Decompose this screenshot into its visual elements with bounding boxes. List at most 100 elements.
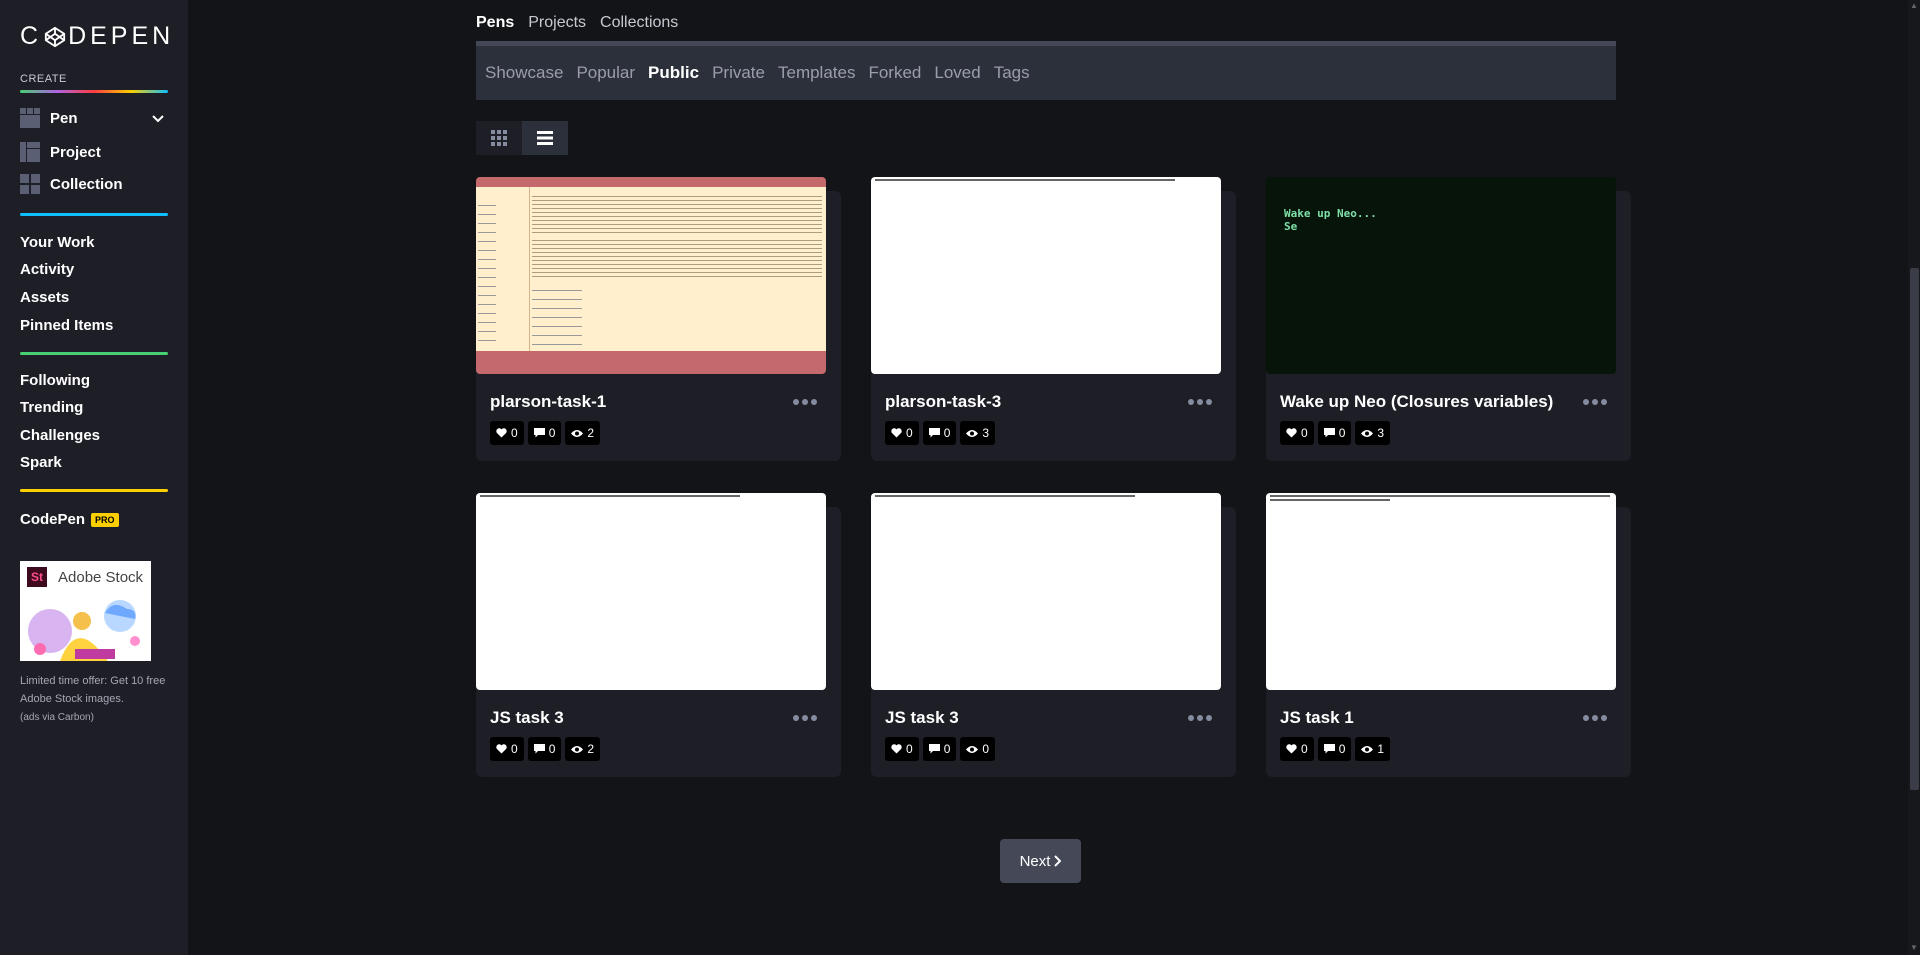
view-count: 2 [587,742,595,756]
heart-icon [1286,744,1297,754]
like-button[interactable]: 0 [885,421,919,445]
pen-preview[interactable] [476,177,826,374]
scrollbar-thumb[interactable] [1910,268,1919,790]
codepen-pro-link[interactable]: CodePen PRO [20,511,119,528]
grid-view-button[interactable] [476,121,522,155]
pen-preview[interactable] [476,493,826,690]
heart-icon [891,428,902,438]
comment-icon [928,744,940,754]
create-rainbow-divider [20,90,168,93]
filter-showcase[interactable]: Showcase [485,63,563,83]
pen-title[interactable]: Wake up Neo (Closures variables) [1280,392,1553,412]
like-button[interactable]: 0 [490,737,524,761]
pen-title[interactable]: JS task 1 [1280,708,1354,728]
more-options-icon[interactable] [1188,399,1212,405]
comment-button[interactable]: 0 [1317,737,1352,761]
view-count: 0 [982,742,990,756]
create-collection-item[interactable]: Collection [20,174,123,194]
adobe-stock-ad-image[interactable]: St Adobe Stock [20,561,151,661]
filter-public[interactable]: Public [648,63,699,83]
nav-pinned-items[interactable]: Pinned Items [20,317,113,334]
nav-assets[interactable]: Assets [20,289,69,306]
filter-templates[interactable]: Templates [778,63,855,83]
more-options-icon[interactable] [793,399,817,405]
more-options-icon[interactable] [1188,715,1212,721]
heart-icon [1286,428,1297,438]
sidebar-divider-yellow [20,489,168,492]
more-options-icon[interactable] [1583,399,1607,405]
terminal-line-2: Se [1284,220,1298,233]
comment-button[interactable]: 0 [1317,421,1352,445]
views-button[interactable]: 3 [1355,421,1391,445]
tab-collections[interactable]: Collections [600,14,678,32]
pen-card: plarson-task-3 0 0 3 [871,177,1236,461]
pen-title[interactable]: plarson-task-1 [490,392,606,412]
like-count: 0 [1301,742,1308,756]
views-button[interactable]: 2 [565,421,601,445]
like-button[interactable]: 0 [885,737,919,761]
comment-icon [533,744,545,754]
nav-challenges[interactable]: Challenges [20,427,100,444]
comment-button[interactable]: 0 [527,421,562,445]
more-options-icon[interactable] [1583,715,1607,721]
create-pen-item[interactable]: Pen [20,108,78,128]
tab-pens[interactable]: Pens [476,14,514,32]
pen-stats: 0 0 1 [1280,737,1391,761]
nav-spark[interactable]: Spark [20,454,62,471]
adobe-stock-logo: St [27,567,47,587]
filter-private[interactable]: Private [712,63,765,83]
view-count: 1 [1377,742,1385,756]
filter-loved[interactable]: Loved [934,63,980,83]
codepen-logo[interactable]: C DEPEN [20,22,174,51]
scroll-up-arrow-icon[interactable]: ▲ [1909,1,1919,11]
list-view-button[interactable] [522,121,568,155]
nav-following[interactable]: Following [20,372,90,389]
chevron-right-icon [1054,855,1062,867]
filter-forked[interactable]: Forked [868,63,921,83]
comment-button[interactable]: 0 [922,421,957,445]
filter-tags[interactable]: Tags [994,63,1030,83]
like-button[interactable]: 0 [490,421,524,445]
pen-stats: 0 0 3 [885,421,996,445]
pen-preview[interactable] [871,177,1221,374]
comment-count: 0 [943,742,951,756]
comment-button[interactable]: 0 [922,737,957,761]
scroll-down-arrow-icon[interactable]: ▼ [1909,943,1919,953]
like-button[interactable]: 0 [1280,737,1314,761]
views-button[interactable]: 0 [960,737,996,761]
filter-popular[interactable]: Popular [576,63,635,83]
pen-preview[interactable] [871,493,1221,690]
views-button[interactable]: 2 [565,737,601,761]
pen-title[interactable]: JS task 3 [885,708,959,728]
pen-stats: 0 0 2 [490,421,601,445]
next-page-button[interactable]: Next [1000,839,1081,883]
comment-button[interactable]: 0 [527,737,562,761]
ad-via-carbon[interactable]: (ads via Carbon) [20,712,94,723]
chevron-down-icon[interactable] [150,111,166,127]
eye-icon [571,429,584,437]
views-button[interactable]: 1 [1355,737,1391,761]
sidebar-divider-green [20,352,168,355]
pen-stats: 0 0 2 [490,737,601,761]
nav-trending[interactable]: Trending [20,399,83,416]
grid-icon [491,130,507,146]
views-button[interactable]: 3 [960,421,996,445]
adobe-stock-name: Adobe Stock [58,569,144,586]
nav-activity[interactable]: Activity [20,261,74,278]
create-project-item[interactable]: Project [20,142,101,162]
pen-preview[interactable]: Wake up Neo... Se [1266,177,1616,374]
ad-text[interactable]: Limited time offer: Get 10 free Adobe St… [20,672,170,708]
sidebar: C DEPEN CREATE Pen Project Collection Yo… [0,0,188,955]
ad-illustration [28,600,140,661]
comment-count: 0 [943,426,951,440]
like-button[interactable]: 0 [1280,421,1314,445]
pen-stats: 0 0 0 [885,737,996,761]
pen-title[interactable]: JS task 3 [490,708,564,728]
pen-layout-icon [20,108,40,128]
view-count: 2 [587,426,595,440]
more-options-icon[interactable] [793,715,817,721]
pen-preview[interactable] [1266,493,1616,690]
nav-your-work[interactable]: Your Work [20,234,94,251]
tab-projects[interactable]: Projects [528,14,586,32]
pen-title[interactable]: plarson-task-3 [885,392,1001,412]
